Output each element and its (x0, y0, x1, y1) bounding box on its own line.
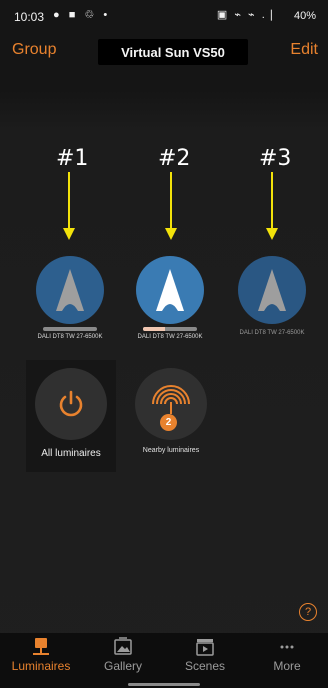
annotation-arrow-1 (68, 172, 70, 230)
nav-label-luminaires: Luminaires (11, 659, 71, 673)
clapper-icon (196, 639, 214, 656)
bottom-nav: Luminaires Gallery Scenes More (0, 633, 328, 688)
all-luminaires-label: All luminaires (41, 448, 101, 459)
all-luminaires-tile[interactable]: All luminaires (26, 360, 116, 472)
annotation-arrow-3 (271, 172, 273, 230)
nav-label-more: More (273, 659, 301, 673)
luminaire-1-button[interactable] (36, 256, 104, 324)
connectivity-icons: ▣ ⌁ ⌁ .❘ (216, 9, 278, 21)
luminaire-1-level-bar[interactable] (43, 327, 97, 331)
annotation-arrow-head-1 (63, 228, 75, 240)
annotation-arrow-head-3 (266, 228, 278, 240)
notification-icons: ● ■ ♲ • (53, 9, 111, 21)
power-icon (59, 390, 83, 417)
home-indicator (128, 683, 200, 686)
more-dots-icon (280, 645, 294, 649)
help-button[interactable]: ? (299, 603, 317, 621)
luminaire-shape-icon (258, 269, 286, 311)
luminaire-2-level-fill (143, 327, 165, 331)
luminaire-3-button[interactable] (238, 256, 306, 324)
page-title: Virtual Sun VS50 (98, 39, 248, 65)
all-luminaires-button[interactable] (35, 368, 107, 440)
nearby-luminaires-label: Nearby luminaires (142, 447, 200, 454)
nearby-count-badge: 2 (160, 414, 177, 431)
gallery-icon (114, 637, 132, 655)
annotation-label-3: #3 (259, 146, 292, 171)
nav-item-luminaires[interactable]: Luminaires (0, 633, 82, 675)
nav-item-more[interactable]: More (246, 633, 328, 675)
annotation-arrow-2 (170, 172, 172, 230)
nav-label-gallery: Gallery (103, 659, 142, 673)
edit-button[interactable]: Edit (290, 41, 318, 59)
annotation-label-1: #1 (56, 146, 89, 171)
status-bar: 10:03 ● ■ ♲ • ▣ ⌁ ⌁ .❘ 40% (0, 0, 328, 30)
group-button[interactable]: Group (12, 41, 56, 59)
luminaire-3-label: DALI DT8 TW 27-6500K (239, 330, 305, 336)
lamp-icon (33, 638, 49, 655)
luminaire-1-label: DALI DT8 TW 27-6500K (37, 334, 103, 340)
luminaire-shape-icon (56, 269, 84, 311)
nav-item-scenes[interactable]: Scenes (164, 633, 246, 675)
luminaire-2-button[interactable] (136, 256, 204, 324)
luminaire-shape-icon (156, 269, 184, 311)
luminaire-2-label: DALI DT8 TW 27-6500K (137, 334, 203, 340)
annotation-label-2: #2 (158, 146, 191, 171)
nav-label-scenes: Scenes (184, 659, 226, 673)
luminaire-2-level-bar[interactable] (143, 327, 197, 331)
annotation-arrow-head-2 (165, 228, 177, 240)
nav-item-gallery[interactable]: Gallery (82, 633, 164, 675)
header: Group Virtual Sun VS50 Edit (0, 32, 328, 72)
battery-percent: 40% (293, 10, 316, 22)
status-time: 10:03 (14, 10, 45, 24)
